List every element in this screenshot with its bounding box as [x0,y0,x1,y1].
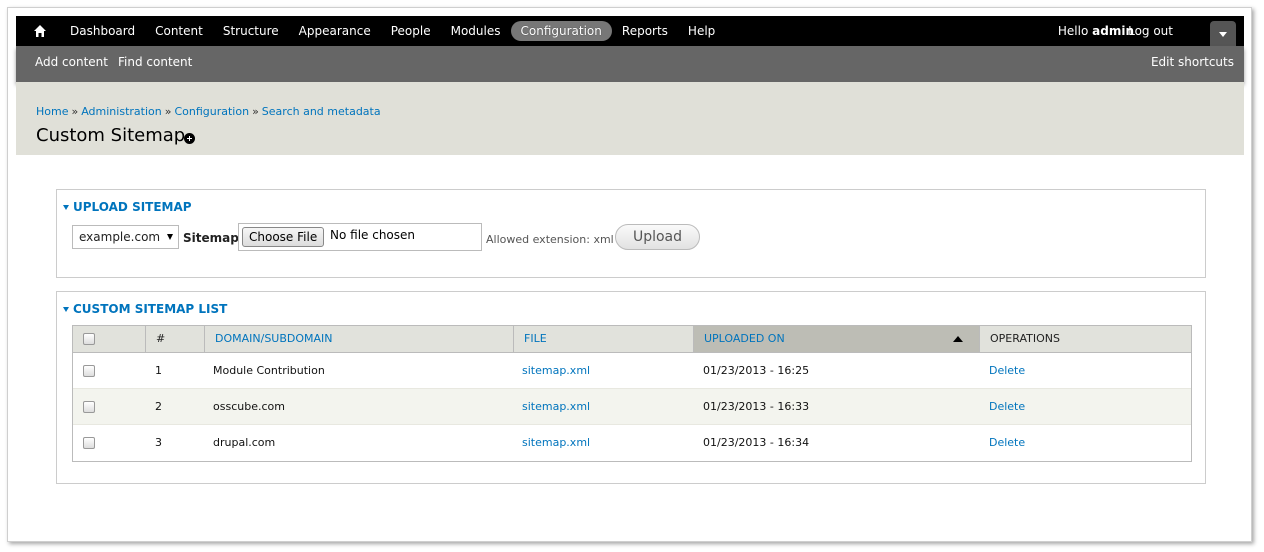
select-all-checkbox[interactable] [83,333,95,345]
breadcrumb-separator: » [252,105,259,118]
collapse-triangle-icon [63,204,69,210]
browser-frame: Dashboard Content Structure Appearance P… [7,7,1252,542]
menu-item-structure[interactable]: Structure [213,21,289,41]
menu-item-modules[interactable]: Modules [441,21,511,41]
table-header: # DOMAIN/SUBDOMAIN FILE UPLOADED ON OPER… [73,326,1191,353]
collapse-triangle-icon [63,306,69,312]
breadcrumb-administration[interactable]: Administration [81,105,162,118]
sitemap-label: Sitemap [183,231,239,245]
user-greeting: Hello admin [1058,16,1134,46]
custom-sitemap-list-legend-text: CUSTOM SITEMAP LIST [73,302,228,316]
header-select-all [73,326,145,352]
hello-text: Hello [1057,24,1089,38]
row-num: 3 [155,436,162,449]
table-row: 2 osscube.com sitemap.xml 01/23/2013 - 1… [73,389,1191,425]
header-num: # [145,326,204,352]
row-uploaded-on: 01/23/2013 - 16:34 [703,436,810,449]
menu-item-appearance[interactable]: Appearance [289,21,381,41]
menu-item-dashboard[interactable]: Dashboard [60,21,145,41]
shortcuts-toggle-button[interactable] [1210,21,1236,46]
row-num: 2 [155,400,162,413]
admin-toolbar: Dashboard Content Structure Appearance P… [16,16,1244,46]
menu-item-people[interactable]: People [381,21,441,41]
chevron-down-icon [1219,32,1227,37]
breadcrumb-separator: » [164,105,172,118]
shortcut-bar: Add content Find content Edit shortcuts [16,46,1244,82]
row-domain: osscube.com [213,400,285,413]
table-row: 3 drupal.com sitemap.xml 01/23/2013 - 16… [73,425,1191,461]
row-delete-link[interactable]: Delete [989,425,1025,461]
sitemap-file-input[interactable]: Choose File No file chosen [238,223,482,251]
row-delete-link[interactable]: Delete [989,353,1025,389]
add-content-link[interactable]: Add content [35,46,108,79]
sort-ascending-icon [953,336,963,342]
row-num: 1 [155,364,162,377]
header-uploaded-on[interactable]: UPLOADED ON [693,326,979,352]
add-shortcut-plus-icon[interactable] [184,133,195,144]
home-icon[interactable] [33,24,47,38]
row-uploaded-on: 01/23/2013 - 16:25 [703,364,810,377]
custom-sitemap-list-fieldset: CUSTOM SITEMAP LIST # DOMAIN/SUBDOMAIN F… [56,291,1206,484]
domain-select-value: example.com [79,230,161,244]
row-delete-link[interactable]: Delete [989,389,1025,425]
find-content-link[interactable]: Find content [118,46,192,79]
row-file-link[interactable]: sitemap.xml [522,425,590,461]
row-uploaded-on: 01/23/2013 - 16:33 [703,400,810,413]
logout-link[interactable]: Log out [1128,16,1173,46]
breadcrumb-configuration[interactable]: Configuration [174,105,249,118]
no-file-chosen-text: No file chosen [330,228,416,242]
upload-sitemap-fieldset: UPLOAD SITEMAP example.com Sitemap Choos… [56,189,1206,278]
allowed-extension-text: Allowed extension: xml [486,233,614,246]
dropdown-arrow-icon [167,234,173,240]
header-operations: OPERATIONS [979,326,1191,352]
choose-file-button[interactable]: Choose File [242,227,325,247]
sitemap-table: # DOMAIN/SUBDOMAIN FILE UPLOADED ON OPER… [72,325,1192,462]
breadcrumb-separator: » [71,105,79,118]
row-domain: Module Contribution [213,364,325,377]
menu-item-reports[interactable]: Reports [612,21,678,41]
header-file[interactable]: FILE [513,326,693,352]
menu-item-help[interactable]: Help [678,21,725,41]
domain-select[interactable]: example.com [72,225,179,249]
header-uploaded-on-text: UPLOADED ON [704,332,785,345]
row-file-link[interactable]: sitemap.xml [522,353,590,389]
upload-sitemap-legend[interactable]: UPLOAD SITEMAP [63,200,192,214]
breadcrumb: Home» Administration» Configuration» Search… [36,105,381,118]
toolbar-menu: Dashboard Content Structure Appearance P… [60,16,725,46]
row-checkbox[interactable] [83,365,95,377]
row-checkbox[interactable] [83,437,95,449]
breadcrumb-home[interactable]: Home [36,105,68,118]
menu-item-configuration[interactable]: Configuration [510,21,612,41]
table-row: 1 Module Contribution sitemap.xml 01/23/… [73,353,1191,389]
row-file-link[interactable]: sitemap.xml [522,389,590,425]
custom-sitemap-list-legend[interactable]: CUSTOM SITEMAP LIST [63,302,227,316]
page-title: Custom Sitemap [36,125,186,146]
page-header: Home» Administration» Configuration» Search… [16,82,1244,155]
edit-shortcuts-link[interactable]: Edit shortcuts [1151,46,1234,79]
header-domain[interactable]: DOMAIN/SUBDOMAIN [204,326,513,352]
upload-sitemap-legend-text: UPLOAD SITEMAP [73,200,192,214]
menu-item-content[interactable]: Content [145,21,213,41]
upload-button[interactable]: Upload [615,224,700,250]
row-checkbox[interactable] [83,401,95,413]
row-domain: drupal.com [213,436,276,449]
breadcrumb-search-metadata[interactable]: Search and metadata [262,105,381,118]
